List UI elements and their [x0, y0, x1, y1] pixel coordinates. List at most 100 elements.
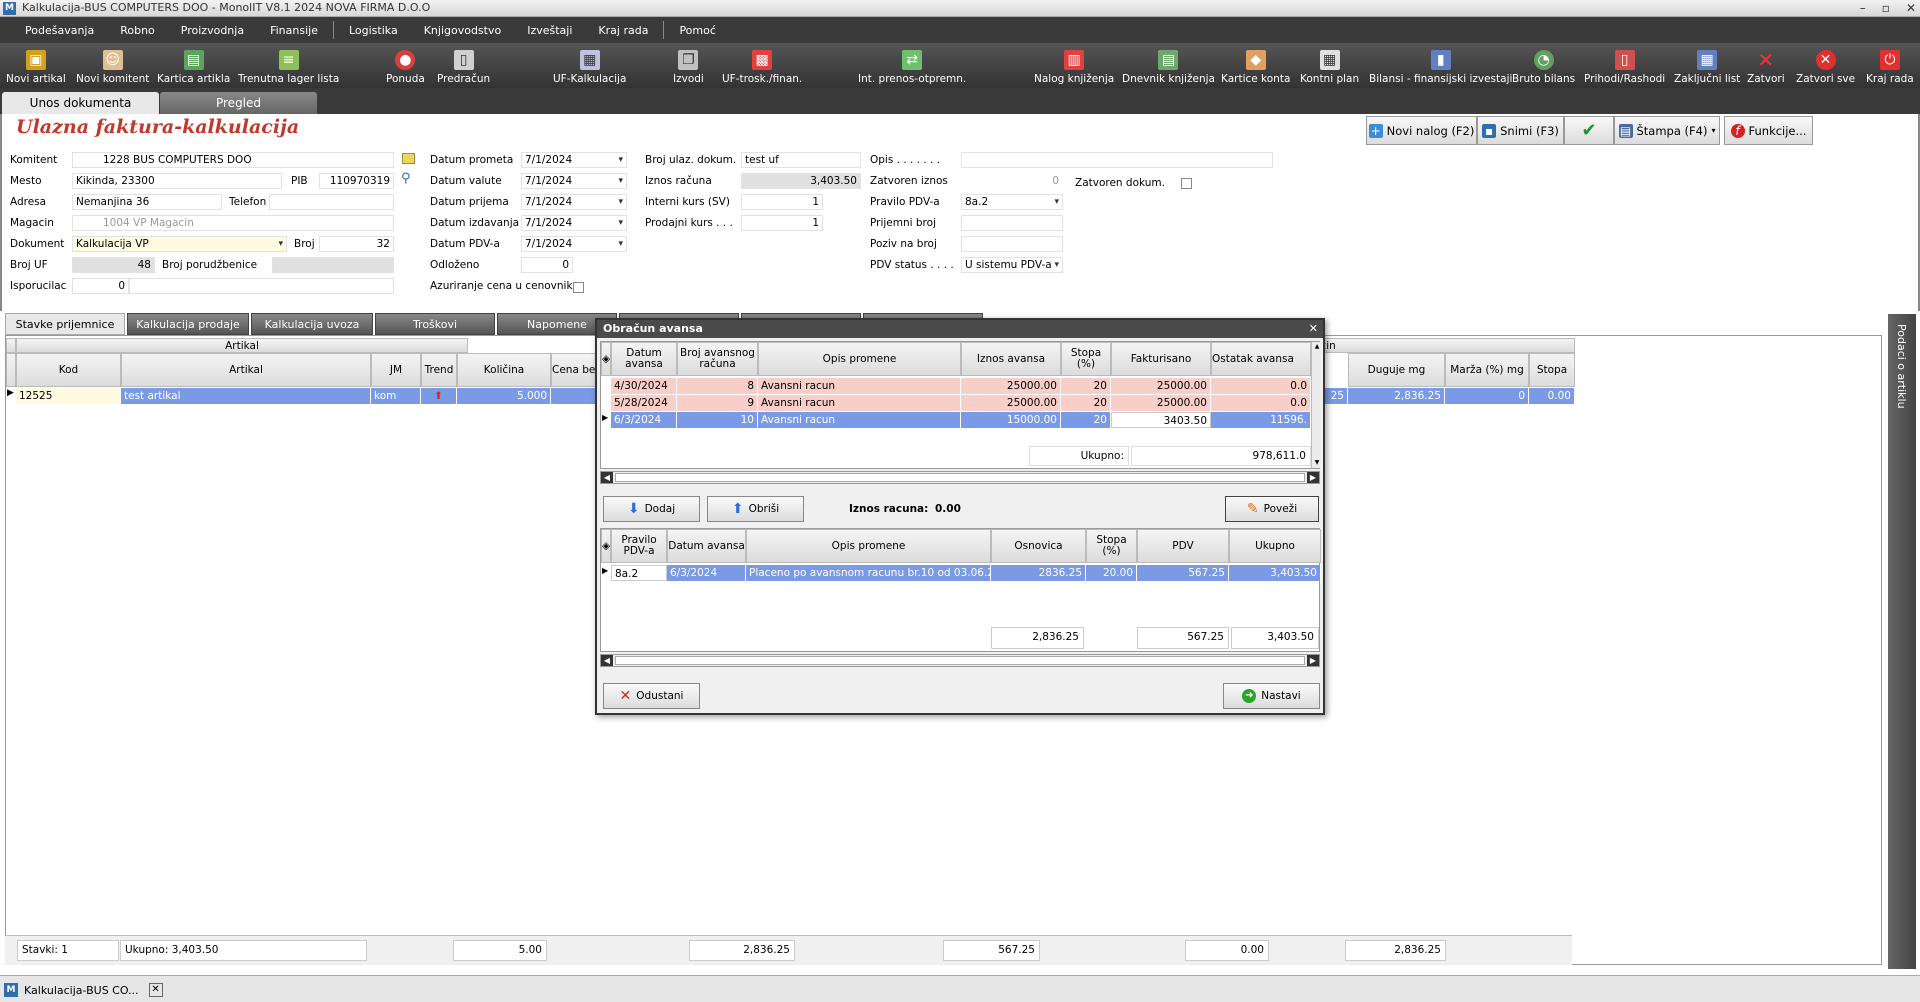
cell-duguje[interactable]: 2,836.25	[1348, 388, 1445, 404]
new-order-button[interactable]: + Novi nalog (F2)	[1366, 116, 1477, 145]
telefon-field[interactable]	[269, 194, 394, 210]
link-row-ukupno[interactable]: 3,403.50	[1229, 565, 1321, 581]
zatvoren-dokum-checkbox[interactable]	[1181, 178, 1192, 189]
tab-troskovi[interactable]: Troškovi	[375, 313, 495, 335]
adv-row3-fakturisano-input[interactable]: 3403.50	[1111, 412, 1211, 428]
toolbar-zatvori-sve[interactable]: ✕ Zatvori sve	[1796, 43, 1855, 88]
link-row-osnovica[interactable]: 2836.25	[991, 565, 1086, 581]
broj-field[interactable]: 32	[319, 236, 394, 252]
link-row-stopa[interactable]: 20.00	[1086, 565, 1137, 581]
column-artikal[interactable]: Artikal	[121, 353, 371, 387]
link-row-opis[interactable]: Placeno po avansnom racunu br.10 od 03.0…	[746, 565, 991, 581]
menu-logistika[interactable]: Logistika	[336, 24, 411, 37]
column-stopa[interactable]: Stopa (%)	[1086, 529, 1137, 563]
adv-row2-broj[interactable]: 9	[677, 395, 758, 411]
broj-porudzbenice-field[interactable]	[272, 257, 394, 273]
adv-row1-stopa[interactable]: 20	[1061, 378, 1111, 394]
tab-kalkulacija-uvoza[interactable]: Kalkulacija uvoza	[251, 313, 373, 335]
link-row-datum[interactable]: 6/3/2024	[667, 565, 746, 581]
menu-finansije[interactable]: Finansije	[257, 24, 331, 37]
tab-kalkulacija-prodaje[interactable]: Kalkulacija prodaje	[127, 313, 249, 335]
link-row-pravilo[interactable]: 8a.2	[611, 565, 667, 581]
isporucilac-name-field[interactable]	[129, 278, 394, 294]
tab-pregled[interactable]: Pregled	[160, 92, 317, 114]
opis-field[interactable]	[961, 152, 1273, 168]
mesto-field[interactable]: Kikinda, 23300	[72, 173, 282, 189]
horizontal-scrollbar[interactable]: ◀ ▶	[600, 471, 1320, 484]
save-button[interactable]: ▪ Snimi (F3)	[1477, 116, 1564, 145]
column-stopa[interactable]: Stopa	[1529, 353, 1575, 387]
toolbar-kraj-rada[interactable]: ⏻ Kraj rada	[1866, 43, 1914, 88]
horizontal-scrollbar[interactable]: ◀ ▶	[600, 654, 1320, 667]
adv-row2-datum[interactable]: 5/28/2024	[611, 395, 677, 411]
column-cena-bez[interactable]: Cena bez	[551, 353, 601, 387]
column-kod[interactable]: Kod	[16, 353, 121, 387]
toolbar-izvodi[interactable]: ❐ Izvodi	[673, 43, 704, 88]
adv-row1-broj[interactable]: 8	[677, 378, 758, 394]
tab-unos-dokumenta[interactable]: Unos dokumenta	[2, 92, 159, 114]
pdv-status-select[interactable]: U sistemu PDV-a	[961, 257, 1063, 273]
column-trend[interactable]: Trend	[421, 353, 457, 387]
adv-row3-ostatak[interactable]: 11596.	[1211, 412, 1311, 428]
link-row-pdv[interactable]: 567.25	[1137, 565, 1229, 581]
cell-cena-bez[interactable]	[551, 388, 601, 404]
scroll-left-icon[interactable]: ◀	[601, 655, 613, 666]
scroll-thumb[interactable]	[615, 656, 1305, 665]
toolbar-lager-lista[interactable]: ≡ Trenutna lager lista	[238, 43, 339, 88]
menu-pomoc[interactable]: Pomoć	[666, 24, 728, 37]
dokument-select[interactable]: Kalkulacija VP	[72, 236, 287, 252]
azuriranje-checkbox[interactable]	[573, 282, 584, 293]
menu-kraj-rada[interactable]: Kraj rada	[585, 24, 661, 37]
adv-row2-ostatak[interactable]: 0.0	[1211, 395, 1311, 411]
column-iznos-avansa[interactable]: Iznos avansa	[961, 342, 1061, 376]
column-duguje-mg[interactable]: Duguje mg	[1348, 353, 1445, 387]
scroll-right-icon[interactable]: ▶	[1307, 472, 1319, 483]
toolbar-kartica-artikla[interactable]: ▤ Kartica artikla	[157, 43, 230, 88]
adresa-field[interactable]: Nemanjina 36	[72, 194, 222, 210]
datum-prijema-field[interactable]: 7/1/2024	[521, 194, 627, 210]
pravilo-pdv-select[interactable]: 8a.2	[961, 194, 1063, 210]
continue-button[interactable]: ➜ Nastavi	[1223, 683, 1320, 709]
column-datum-avansa[interactable]: Datum avansa	[611, 342, 677, 376]
adv-row1-fakturisano[interactable]: 25000.00	[1111, 378, 1211, 394]
adv-row2-stopa[interactable]: 20	[1061, 395, 1111, 411]
column-fakturisano[interactable]: Fakturisano	[1111, 342, 1211, 376]
toolbar-uf-kalkulacija[interactable]: ▦ UF-Kalkulacija	[553, 43, 626, 88]
functions-button[interactable]: f Funkcije...	[1724, 116, 1813, 145]
close-window-icon[interactable]: ✕	[1906, 0, 1916, 16]
toolbar-novi-artikal[interactable]: ▣ Novi artikal	[6, 43, 66, 88]
column-marza-mg[interactable]: Marža (%) mg	[1445, 353, 1529, 387]
column-stopa[interactable]: Stopa (%)	[1061, 342, 1111, 376]
column-opis-promene[interactable]: Opis promene	[758, 342, 961, 376]
column-jm[interactable]: JM	[371, 353, 421, 387]
column-ukupno[interactable]: Ukupno	[1229, 529, 1321, 563]
search-icon[interactable]: ⚲	[401, 171, 411, 186]
odlozeno-field[interactable]: 0	[521, 257, 573, 273]
toolbar-kartice-konta[interactable]: ◆ Kartice konta	[1221, 43, 1290, 88]
folder-icon[interactable]	[402, 153, 415, 164]
column-datum-avansa[interactable]: Datum avansa	[667, 529, 746, 563]
poziv-field[interactable]	[961, 236, 1063, 252]
datum-izdavanja-field[interactable]: 7/1/2024	[521, 215, 627, 231]
komitent-field[interactable]: 1228 BUS COMPUTERS DOO	[72, 152, 394, 168]
toolbar-ponuda[interactable]: ● Ponuda	[386, 43, 425, 88]
toolbar-bilansi[interactable]: ▮ Bilansi - finansijski izvestaji	[1369, 43, 1512, 88]
link-button[interactable]: ✎ Poveži	[1225, 496, 1319, 522]
scroll-left-icon[interactable]: ◀	[601, 472, 613, 483]
tab-stavke-prijemnice[interactable]: Stavke prijemnice	[5, 313, 125, 335]
toolbar-zatvori[interactable]: ✕ Zatvori	[1747, 43, 1785, 88]
scroll-right-icon[interactable]: ▶	[1307, 655, 1319, 666]
side-panel-artikal[interactable]: Podaci o artiklu	[1888, 314, 1916, 969]
toolbar-prihodi-rashodi[interactable]: ▯ Prihodi/Rashodi	[1584, 43, 1665, 88]
cell-jm[interactable]: kom	[371, 388, 421, 404]
toolbar-predracun[interactable]: ▯ Predračun	[437, 43, 490, 88]
adv-row1-opis[interactable]: Avansni racun	[758, 378, 961, 394]
chevron-down-icon[interactable]: ▾	[1711, 126, 1715, 135]
scroll-thumb[interactable]	[615, 473, 1305, 482]
adv-row3-stopa[interactable]: 20	[1061, 412, 1111, 428]
maximize-icon[interactable]: ▫	[1882, 0, 1890, 16]
cancel-button[interactable]: ✕ Odustani	[603, 683, 700, 709]
adv-row3-iznos[interactable]: 15000.00	[961, 412, 1061, 428]
menu-podesavanja[interactable]: Podešavanja	[12, 24, 107, 37]
minimize-icon[interactable]: –	[1860, 0, 1866, 16]
